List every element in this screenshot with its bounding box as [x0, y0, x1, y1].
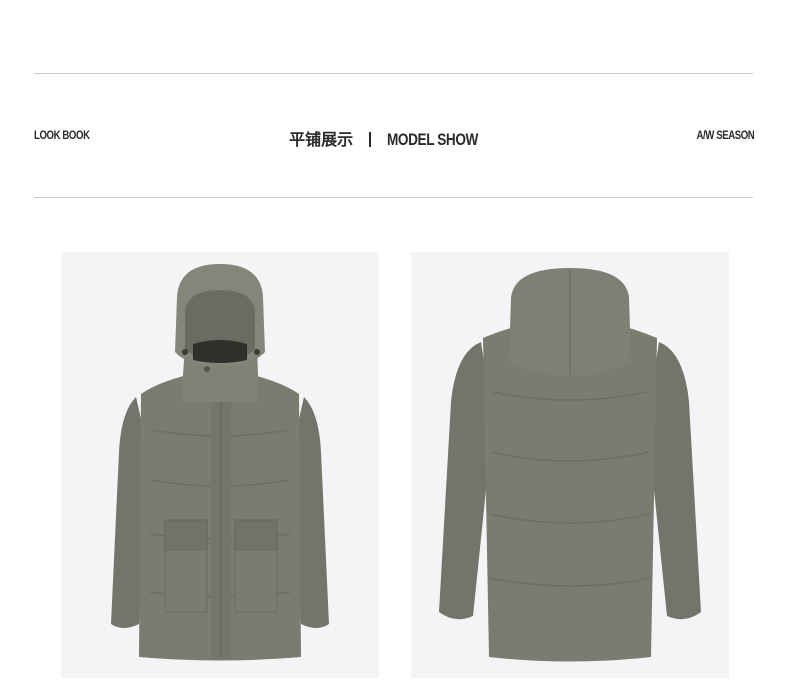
- jacket-back-illustration: [439, 268, 701, 662]
- title-separator: [369, 132, 372, 147]
- jacket-back-image: [411, 252, 729, 678]
- section-title-en: MODEL SHOW: [387, 130, 479, 149]
- jacket-front-image: [61, 252, 379, 678]
- top-divider: [34, 73, 753, 74]
- jacket-front-illustration: [111, 264, 329, 661]
- bottom-divider: [34, 197, 753, 198]
- section-title-cn: 平铺展示: [289, 130, 354, 149]
- section-title: 平铺展示 MODEL SHOW: [0, 126, 790, 150]
- season-label: A/W SEASON: [696, 128, 754, 142]
